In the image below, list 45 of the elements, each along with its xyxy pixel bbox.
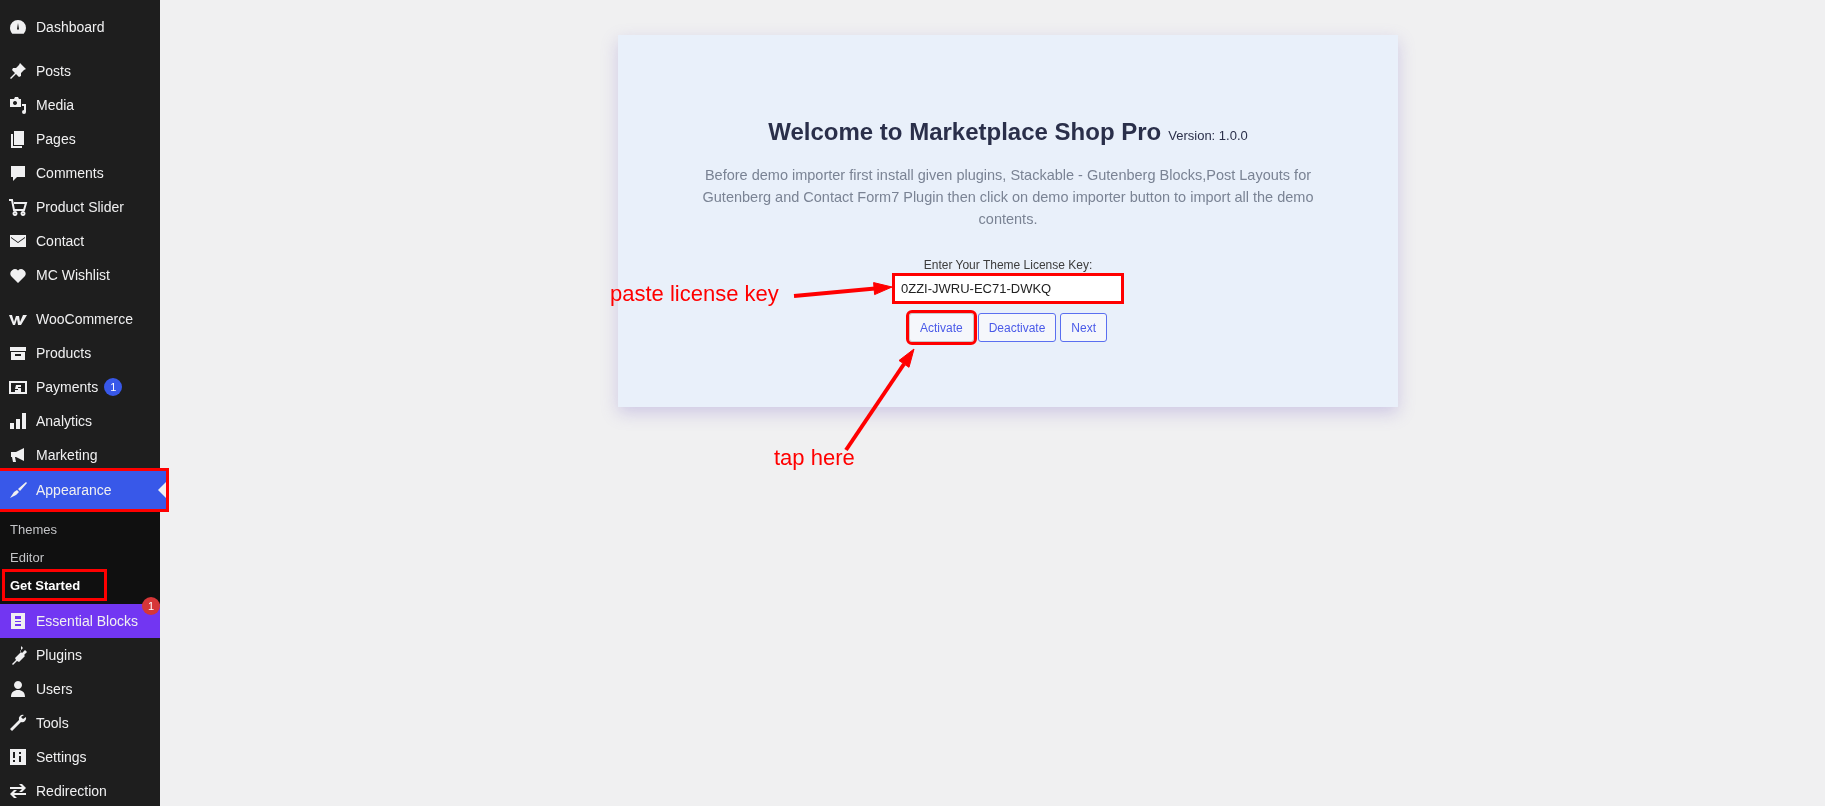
annotation-text: paste license key: [610, 281, 779, 307]
next-button[interactable]: Next: [1060, 313, 1108, 342]
sidebar-item[interactable]: Dashboard: [0, 10, 160, 44]
pin-icon: [8, 61, 28, 81]
activate-button[interactable]: Activate: [908, 313, 974, 342]
cart-icon: [8, 197, 28, 217]
user-icon: [8, 679, 28, 699]
gauge-icon: [8, 17, 28, 37]
submenu-item[interactable]: Get Started: [4, 571, 105, 599]
sidebar-item[interactable]: Payments 1: [0, 370, 160, 404]
submenu-item[interactable]: Editor: [0, 543, 54, 571]
deactivate-button[interactable]: Deactivate: [977, 313, 1057, 342]
license-key-field[interactable]: 0ZZI-JWRU-EC71-DWKQ: [894, 275, 1122, 302]
sidebar-item[interactable]: Settings: [0, 740, 160, 774]
version-text: Version: 1.0.0: [1168, 128, 1248, 143]
speech-bubble-icon: [8, 163, 28, 183]
sidebar-item[interactable]: Products: [0, 336, 160, 370]
sidebar-item[interactable]: Marketing: [0, 438, 160, 472]
license-label: Enter Your Theme License Key:: [923, 258, 1093, 272]
logo-icon: [8, 611, 28, 631]
bar-chart-icon: [8, 411, 28, 431]
sidebar-item[interactable]: Product Slider: [0, 190, 160, 224]
notification-count: 1: [104, 378, 123, 396]
welcome-title: Welcome to Marketplace Shop Pro: [768, 118, 1162, 146]
sidebar-item[interactable]: Redirection: [0, 774, 160, 806]
sidebar-item[interactable]: Pages: [0, 122, 160, 156]
submenu-item[interactable]: Themes: [0, 515, 67, 543]
sidebar-item[interactable]: Users: [0, 672, 160, 706]
paintbrush-icon: [8, 480, 28, 500]
annotation-text: tap here: [774, 445, 855, 471]
sidebar-item[interactable]: WooCommerce: [0, 302, 160, 336]
description-text: Before demo importer first install given plugins, Stackable - Gutenberg Blocks,Post Layouts for Gutenberg and Contact Form7 Plugin then click on demo importer button to import all the demo contents.: [701, 166, 1315, 229]
sidebar-item[interactable]: Appearance: [0, 471, 166, 509]
sidebar-item[interactable]: Posts: [0, 54, 160, 88]
sidebar-item[interactable]: Media: [0, 88, 160, 122]
sidebar-item[interactable]: Contact: [0, 224, 160, 258]
sidebar-item[interactable]: Comments: [0, 156, 160, 190]
sidebar-item[interactable]: Tools: [0, 706, 160, 740]
camera-note-icon: [8, 95, 28, 115]
sliders-icon: [8, 747, 28, 767]
wrench-icon: [8, 713, 28, 733]
sidebar-item[interactable]: Analytics: [0, 404, 160, 438]
sidebar-item[interactable]: Plugins: [0, 638, 160, 672]
sidebar-item[interactable]: MC Wishlist: [0, 258, 160, 292]
arrows-icon: [8, 781, 28, 801]
